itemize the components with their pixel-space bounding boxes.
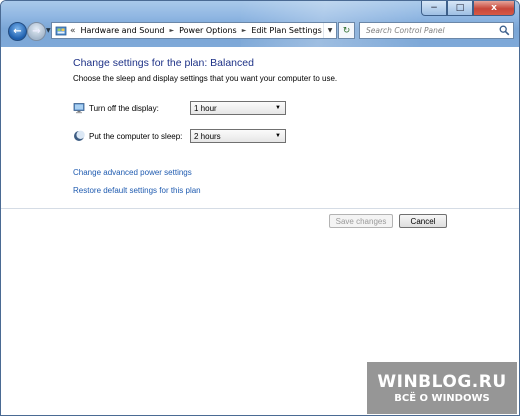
title-bar: − □ x ← → ▼ « Hardware and Sound ► Power… xyxy=(1,1,519,47)
address-dropdown-icon[interactable]: ▼ xyxy=(323,23,336,38)
minimize-button[interactable]: − xyxy=(421,1,447,16)
chevron-down-icon: ▼ xyxy=(275,133,281,139)
control-panel-window: − □ x ← → ▼ « Hardware and Sound ► Power… xyxy=(0,0,520,416)
display-setting-label: Turn off the display: xyxy=(89,103,159,113)
sleep-setting-row: Put the computer to sleep: xyxy=(73,130,189,142)
breadcrumb-separator-icon[interactable]: ► xyxy=(242,27,247,34)
search-icon[interactable] xyxy=(498,25,510,37)
display-timeout-dropdown[interactable]: 1 hour ▼ xyxy=(190,101,286,115)
refresh-button[interactable]: ↻ xyxy=(338,22,355,39)
save-changes-button[interactable]: Save changes xyxy=(329,214,393,228)
sleep-timeout-value: 2 hours xyxy=(194,131,221,141)
close-button[interactable]: x xyxy=(473,1,515,16)
watermark-tagline: ВСЁ О WINDOWS xyxy=(394,393,490,404)
cancel-button[interactable]: Cancel xyxy=(399,214,447,228)
breadcrumb-hardware-and-sound[interactable]: Hardware and Sound xyxy=(81,26,165,35)
search-input[interactable] xyxy=(364,25,496,36)
display-setting-row: Turn off the display: xyxy=(73,102,189,114)
chevron-down-icon: ▼ xyxy=(275,105,281,111)
content-divider xyxy=(1,208,519,209)
control-panel-icon xyxy=(55,25,67,37)
watermark: WINBLOG.RU ВСЁ О WINDOWS xyxy=(367,362,517,414)
display-timeout-value: 1 hour xyxy=(194,103,217,113)
address-bar[interactable]: « Hardware and Sound ► Power Options ► E… xyxy=(51,22,337,39)
breadcrumb-power-options[interactable]: Power Options xyxy=(179,26,237,35)
address-overflow-chevron[interactable]: « xyxy=(70,26,76,36)
page-title: Change settings for the plan: Balanced xyxy=(73,57,254,69)
forward-button[interactable]: → xyxy=(27,22,46,41)
page-subtitle: Choose the sleep and display settings th… xyxy=(73,74,338,83)
maximize-button[interactable]: □ xyxy=(447,1,473,16)
advanced-power-settings-link[interactable]: Change advanced power settings xyxy=(73,168,192,177)
search-box[interactable] xyxy=(359,22,514,39)
breadcrumb-edit-plan-settings[interactable]: Edit Plan Settings xyxy=(251,26,321,35)
caption-buttons: − □ x xyxy=(421,1,515,16)
sleep-timeout-dropdown[interactable]: 2 hours ▼ xyxy=(190,129,286,143)
recent-pages-dropdown[interactable]: ▼ xyxy=(46,27,51,34)
breadcrumb-separator-icon[interactable]: ► xyxy=(169,27,174,34)
restore-defaults-link[interactable]: Restore default settings for this plan xyxy=(73,186,201,195)
main-content: Change settings for the plan: Balanced C… xyxy=(1,47,519,415)
back-button[interactable]: ← xyxy=(8,22,27,41)
moon-icon xyxy=(73,130,85,142)
watermark-title: WINBLOG.RU xyxy=(377,372,507,392)
monitor-icon xyxy=(73,102,85,114)
sleep-setting-label: Put the computer to sleep: xyxy=(89,131,183,141)
